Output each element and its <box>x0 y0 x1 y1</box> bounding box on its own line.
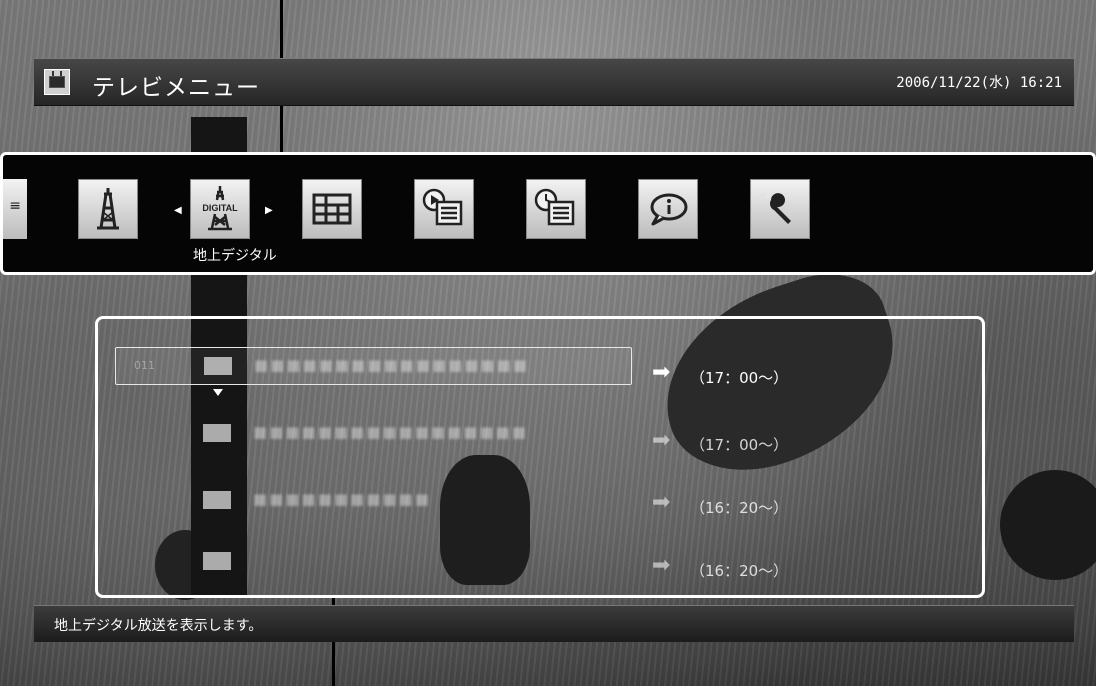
tv-icon <box>44 69 70 95</box>
menu-next-arrow[interactable]: ▶ <box>265 205 273 216</box>
status-bar: 地上デジタル放送を表示します。 <box>34 605 1074 642</box>
page-title: テレビメニュー <box>92 75 260 101</box>
settings-wrench-icon[interactable] <box>750 179 810 239</box>
channel-badge <box>203 552 231 570</box>
antenna-tower-icon[interactable] <box>78 179 138 239</box>
status-message: 地上デジタル放送を表示します。 <box>54 618 263 634</box>
title-bar: テレビメニュー 2006/11/22(水) 16:21 <box>34 58 1074 106</box>
program-start-time: （16：20～） <box>690 499 789 517</box>
recorded-playback-icon[interactable] <box>414 179 474 239</box>
channel-badge <box>204 357 232 375</box>
channel-program-blurred: ■■■■■■■■■■■ <box>253 490 431 508</box>
program-start-time: （16：20～） <box>690 562 789 580</box>
datetime-display: 2006/11/22(水) 16:21 <box>896 75 1062 91</box>
right-arrow-icon: ➡ <box>652 490 671 515</box>
program-start-time: （17：00～） <box>690 369 789 387</box>
channel-number: 011 <box>134 359 155 372</box>
list-icon[interactable] <box>3 179 27 239</box>
right-arrow-icon: ➡ <box>652 553 671 578</box>
program-guide-icon[interactable] <box>302 179 362 239</box>
menu-bar: ◀ DIGITAL ▶ <box>0 152 1096 275</box>
channel-row-selected[interactable]: 011 ■■■■■■■■■■■■■■■■■ <box>115 347 632 385</box>
timer-record-icon[interactable] <box>526 179 586 239</box>
program-start-time: （17：00～） <box>690 436 789 454</box>
menu-prev-arrow[interactable]: ◀ <box>174 205 182 216</box>
channel-badge <box>203 491 231 509</box>
svg-text:DIGITAL: DIGITAL <box>202 203 238 213</box>
channel-badge <box>203 424 231 442</box>
digital-antenna-icon[interactable]: DIGITAL <box>190 179 250 239</box>
right-arrow-icon: ➡ <box>652 360 671 385</box>
channel-program-blurred: ■■■■■■■■■■■■■■■■■ <box>253 423 528 441</box>
channel-program-blurred: ■■■■■■■■■■■■■■■■■ <box>254 356 529 374</box>
right-arrow-icon: ➡ <box>652 428 671 453</box>
scroll-down-indicator <box>213 389 223 396</box>
info-icon[interactable] <box>638 179 698 239</box>
selected-menu-label: 地上デジタル <box>193 248 277 264</box>
